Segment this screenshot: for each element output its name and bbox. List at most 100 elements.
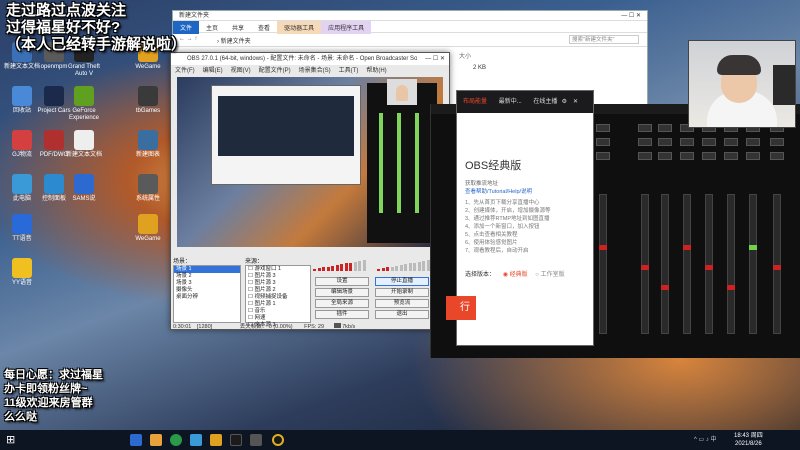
desktop-icon[interactable]: 此电脑 [4, 174, 40, 203]
taskbar-app-1-icon[interactable] [130, 434, 142, 446]
scene-item[interactable]: 场景 1 [174, 266, 240, 273]
mixer-strip-button[interactable] [638, 138, 652, 146]
plugins-button[interactable]: 插件 [315, 310, 369, 319]
sources-list[interactable]: ☐ 游戏窗口 1 ☐ 图片源 3 ☐ 图片源 3 ☐ 图片源 2 ☐ 视频捕捉设备 ☐ 图… [245, 265, 311, 328]
mixer-fader[interactable] [641, 194, 649, 334]
mixer-strip-button[interactable] [596, 138, 610, 146]
start-record-button[interactable]: 开始录制 [375, 288, 429, 297]
source-item[interactable]: ☐ 图片源 2 [246, 287, 310, 294]
desktop-volume-meter[interactable] [377, 259, 433, 271]
scene-item[interactable]: 摄像头 [174, 287, 240, 294]
source-item[interactable]: ☐ 游戏窗口 1 [246, 266, 310, 273]
mixer-strip-button[interactable] [680, 138, 694, 146]
menu-file[interactable]: 文件(F) [175, 68, 195, 74]
exit-button[interactable]: 退出 [375, 310, 429, 319]
mixer-strip-button[interactable] [638, 124, 652, 132]
mixer-strip-button[interactable] [638, 152, 652, 160]
desktop-icon[interactable]: SAMS说 [66, 174, 102, 203]
fader-knob[interactable] [705, 265, 713, 270]
taskbar-app-7-icon[interactable] [250, 434, 262, 446]
mixer-strip-button[interactable] [770, 152, 784, 160]
fader-knob[interactable] [749, 245, 757, 250]
mixer-strip-button[interactable] [746, 152, 760, 160]
desktop-icon[interactable]: TT语音 [4, 214, 40, 243]
window-controls[interactable]: — ☐ ✕ [621, 11, 641, 21]
mixer-fader[interactable] [727, 194, 735, 334]
desktop-icon[interactable]: tbGames [130, 86, 166, 115]
search-input[interactable]: 搜索"新建文件夹" [569, 35, 639, 44]
radio-studio[interactable]: ○ 工作室版 [535, 272, 564, 278]
start-live-button[interactable]: 行 [446, 296, 476, 320]
gear-icon[interactable]: ⚙ [562, 91, 567, 113]
clock[interactable]: 18:43 周四 2021/8/26 [734, 432, 763, 448]
mic-volume-meter[interactable] [313, 259, 369, 271]
fader-knob[interactable] [683, 245, 691, 250]
mixer-strip-button[interactable] [702, 138, 716, 146]
mixer-fader[interactable] [683, 194, 691, 334]
classic-tab-2[interactable]: 最新中... [499, 99, 522, 105]
desktop-icon[interactable]: 回收站 [4, 86, 40, 115]
source-item[interactable]: ☐ 网速 [246, 315, 310, 322]
tray-icons[interactable]: ^ ▭ ♪ 中 [694, 434, 717, 443]
classic-help-link[interactable]: 查看帮助/Tutorial/Help/说明 [465, 187, 585, 195]
menu-scene-collection[interactable]: 场景集合(S) [299, 68, 331, 74]
menu-profile[interactable]: 配置文件(P) [259, 68, 291, 74]
mixer-strip-button[interactable] [680, 152, 694, 160]
classic-tab-3[interactable]: 在线主播 [533, 99, 557, 105]
obs-window[interactable]: OBS 27.0.1 (64-bit, windows) - 配置文件: 未命名… [170, 52, 450, 330]
obs-classic-panel[interactable]: 布局能量 最新中... 在线主播 ⚙ ✕ OBS经典版 获取推流地址 查看帮助/… [456, 90, 594, 346]
scene-item[interactable]: 桌面分辨 [174, 294, 240, 301]
global-sources-button[interactable]: 全局来源 [315, 299, 369, 308]
fader-knob[interactable] [661, 285, 669, 290]
breadcrumb[interactable]: › 新建文件夹 [217, 36, 251, 45]
settings-button[interactable]: 设置 [315, 277, 369, 286]
taskbar-app-4-icon[interactable] [190, 434, 202, 446]
mixer-fader[interactable] [705, 194, 713, 334]
desktop-icon[interactable]: GJ物流 [4, 130, 40, 159]
source-item[interactable]: ☐ 视频捕捉设备 [246, 294, 310, 301]
classic-tab-1[interactable]: 布局能量 [463, 99, 487, 105]
desktop-icon[interactable]: 系统属性 [130, 174, 166, 203]
mixer-fader[interactable] [773, 194, 781, 334]
mixer-fader[interactable] [749, 194, 757, 334]
source-item[interactable]: ☐ 图片源 3 [246, 280, 310, 287]
radio-classic[interactable]: ◉ 经典版 [503, 272, 528, 278]
menu-edit[interactable]: 编辑(E) [203, 68, 223, 74]
taskbar-app-5-icon[interactable] [210, 434, 222, 446]
close-icon[interactable]: ✕ [573, 91, 578, 113]
fader-knob[interactable] [727, 285, 735, 290]
menu-view[interactable]: 视图(V) [231, 68, 251, 74]
windows-start-icon[interactable]: ⊞ [6, 434, 18, 446]
edit-scene-button[interactable]: 编辑场景 [315, 288, 369, 297]
source-item[interactable]: ☐ 音乐 [246, 308, 310, 315]
mixer-strip-button[interactable] [596, 124, 610, 132]
fader-knob[interactable] [599, 245, 607, 250]
source-item[interactable]: ☐ 图片源 1 [246, 301, 310, 308]
desktop-icon[interactable]: WeGame [130, 214, 166, 243]
mixer-strip-button[interactable] [724, 138, 738, 146]
stop-stream-button[interactable]: 停止直播 [375, 277, 429, 286]
desktop-icon[interactable]: 新建文本文档 [66, 130, 102, 159]
mixer-strip-button[interactable] [596, 152, 610, 160]
mixer-strip-button[interactable] [658, 138, 672, 146]
taskbar-app-3-icon[interactable] [170, 434, 182, 446]
menu-tools[interactable]: 工具(T) [339, 68, 359, 74]
desktop-icon[interactable]: 新建图表 [130, 130, 166, 159]
source-item[interactable]: ☐ 图片源 3 [246, 273, 310, 280]
mixer-strip-button[interactable] [724, 152, 738, 160]
desktop-icon[interactable]: GeForce Experience [66, 86, 102, 122]
mixer-fader[interactable] [661, 194, 669, 334]
taskbar-obs-icon[interactable] [272, 434, 284, 446]
column-size-header[interactable]: 大小 [459, 51, 471, 60]
mixer-strip-button[interactable] [658, 152, 672, 160]
fader-knob[interactable] [641, 265, 649, 270]
obs-window-controls[interactable]: — ☐ ✕ [425, 53, 445, 65]
menu-help[interactable]: 帮助(H) [366, 68, 386, 74]
mixer-fader[interactable] [599, 194, 607, 334]
mixer-strip-button[interactable] [770, 138, 784, 146]
scene-item[interactable]: 场景 2 [174, 273, 240, 280]
scenes-list[interactable]: 场景 1 场景 2 场景 3 摄像头 桌面分辨 [173, 265, 241, 323]
mixer-strip-button[interactable] [702, 152, 716, 160]
taskbar-app-6-icon[interactable] [230, 434, 242, 446]
taskbar-app-2-icon[interactable] [150, 434, 162, 446]
